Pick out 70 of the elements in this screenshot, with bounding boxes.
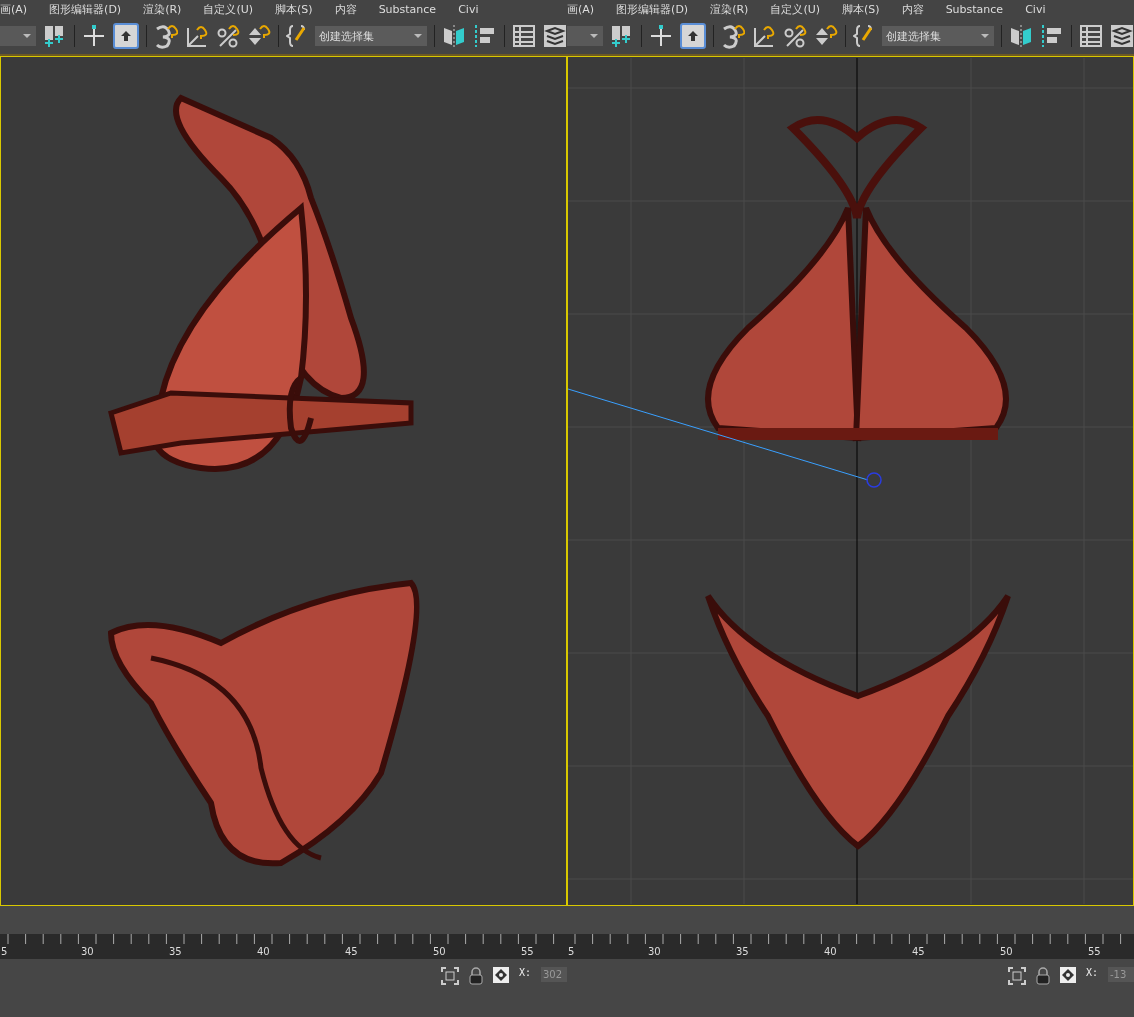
- transform-mode-icon[interactable]: [1059, 967, 1076, 983]
- snap-3d-icon[interactable]: [720, 23, 745, 49]
- menu-item[interactable]: 图形编辑器(D): [605, 1, 700, 17]
- menu-item[interactable]: 画(A): [567, 1, 606, 17]
- layers-icon[interactable]: [1110, 24, 1134, 48]
- mirror-icon[interactable]: [1009, 24, 1034, 48]
- table-icon[interactable]: [512, 24, 537, 48]
- arrow-up-icon: [687, 30, 700, 42]
- caret-icon: [589, 33, 600, 39]
- frame-label: 30: [648, 946, 662, 957]
- frame-label: 35: [169, 946, 183, 957]
- menu-item[interactable]: Civi: [1014, 2, 1057, 16]
- frame-label: 40: [824, 946, 838, 957]
- menu-item[interactable]: 内容: [890, 1, 935, 17]
- viewport[interactable]: [0, 56, 567, 906]
- frame-label: 50: [433, 946, 447, 957]
- frame-label: 5: [568, 946, 576, 957]
- menu-item[interactable]: Substance: [367, 2, 448, 16]
- angle-snap-icon[interactable]: [184, 24, 209, 48]
- percent-snap-icon[interactable]: [215, 24, 240, 48]
- menu-item[interactable]: 脚本(S): [264, 1, 324, 17]
- select-tool-button[interactable]: [113, 23, 139, 49]
- menu-item[interactable]: Substance: [934, 2, 1015, 16]
- caret-icon: [22, 33, 33, 39]
- menu-item[interactable]: 内容: [323, 1, 368, 17]
- arrow-up-icon: [120, 30, 133, 42]
- layers-icon[interactable]: [543, 24, 567, 48]
- frame-label: 45: [345, 946, 359, 957]
- frame-label: 50: [1000, 946, 1014, 957]
- transform-mode-icon[interactable]: [492, 967, 509, 983]
- x-label: X:: [518, 967, 531, 978]
- table-icon[interactable]: [1079, 24, 1104, 48]
- menu-item[interactable]: 渲染(R): [699, 1, 760, 17]
- frame-label: 55: [521, 946, 535, 957]
- selection-set-dropdown[interactable]: 创建选择集: [314, 26, 428, 46]
- named-selection-icon[interactable]: [852, 24, 875, 48]
- frame-label: 55: [1088, 946, 1102, 957]
- caret-icon: [980, 33, 991, 39]
- selection-frame-icon[interactable]: [1007, 967, 1026, 985]
- caret-icon: [413, 33, 424, 39]
- menu-item[interactable]: Civi: [447, 2, 490, 16]
- selection-set-dropdown[interactable]: 创建选择集: [881, 26, 995, 46]
- frame-label: 30: [81, 946, 95, 957]
- snap-3d-icon[interactable]: [153, 23, 178, 49]
- menu-item[interactable]: 自定义(U): [192, 1, 265, 17]
- menu-item[interactable]: 图形编辑器(D): [38, 1, 133, 17]
- viewport[interactable]: [567, 56, 1134, 906]
- selection-frame-icon[interactable]: [440, 967, 459, 985]
- move-icon[interactable]: [649, 24, 674, 48]
- x-label: X:: [1085, 967, 1098, 978]
- pivot-icon: [866, 472, 882, 488]
- frame-label: 35: [736, 946, 750, 957]
- lock-icon[interactable]: [468, 967, 483, 985]
- percent-snap-icon[interactable]: [782, 24, 807, 48]
- timeline-ruler[interactable]: 5 30 35 40 45 50 55: [567, 934, 1134, 959]
- mirror-icon[interactable]: [442, 24, 467, 48]
- timeline-ruler[interactable]: 5 30 35 40 45 50 55: [0, 934, 567, 959]
- frame-label: 5: [1, 946, 9, 957]
- menu-item[interactable]: 脚本(S): [831, 1, 891, 17]
- menu-item[interactable]: 自定义(U): [759, 1, 832, 17]
- select-tool-button[interactable]: [680, 23, 706, 49]
- frame-label: 40: [257, 946, 271, 957]
- menu-item[interactable]: 渲染(R): [132, 1, 193, 17]
- frame-label: 45: [912, 946, 926, 957]
- move-icon[interactable]: [82, 24, 107, 48]
- lock-icon[interactable]: [1035, 967, 1050, 985]
- dropdown[interactable]: [0, 26, 37, 46]
- menu-item[interactable]: 画(A): [0, 1, 39, 17]
- named-selection-icon[interactable]: [285, 24, 308, 48]
- angle-snap-icon[interactable]: [751, 24, 776, 48]
